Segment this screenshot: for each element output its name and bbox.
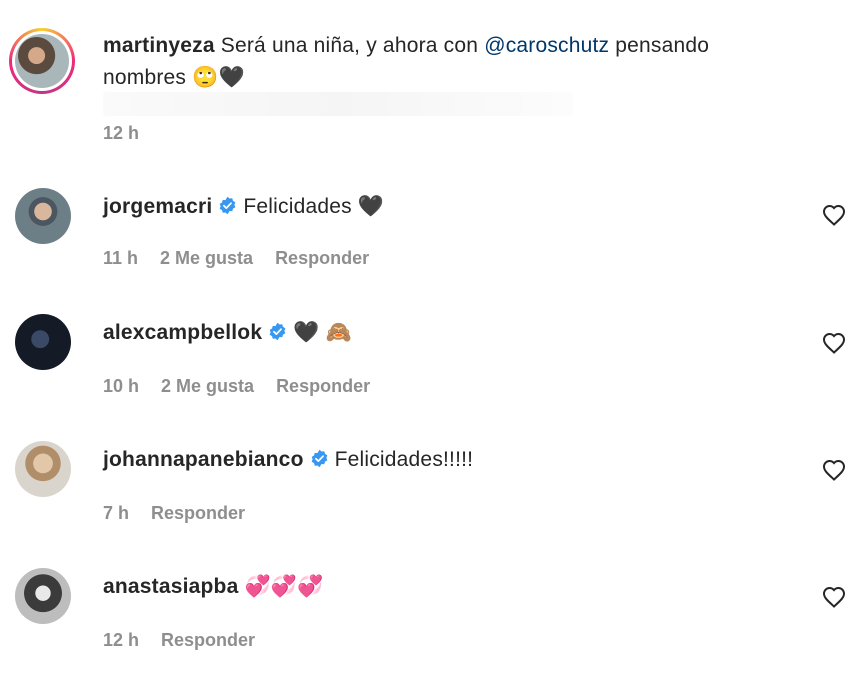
- comment-content: anastasiapba 💞💞💞: [103, 571, 324, 602]
- caption-mention[interactable]: @caroschutz: [484, 34, 609, 57]
- comment-content: jorgemacri Felicidades 🖤: [103, 191, 384, 222]
- caption-meta: 12 h: [103, 123, 139, 144]
- caption-username[interactable]: martinyeza: [103, 34, 215, 57]
- comment-text: Felicidades 🖤: [243, 195, 385, 218]
- caption-time[interactable]: 12 h: [103, 123, 139, 144]
- comment-text: Felicidades!!!!!: [334, 448, 474, 471]
- comment-username[interactable]: alexcampbellok: [103, 321, 262, 344]
- comment-likes[interactable]: 2 Me gusta: [161, 376, 254, 397]
- comment-time[interactable]: 12 h: [103, 630, 139, 651]
- comment-row: jorgemacri Felicidades 🖤 11 h 2 Me gusta …: [0, 188, 862, 316]
- caption-text: martinyeza Será una niña, y ahora con @c…: [103, 30, 709, 61]
- heart-outline-icon[interactable]: [822, 459, 846, 481]
- caption-text-line2: nombres 🙄🖤: [103, 66, 245, 89]
- verified-badge-icon: [311, 449, 327, 468]
- comment-row: anastasiapba 💞💞💞 12 h Responder: [0, 568, 862, 696]
- avatar[interactable]: [15, 568, 71, 624]
- reply-button[interactable]: Responder: [276, 376, 370, 397]
- comment-time[interactable]: 7 h: [103, 503, 129, 524]
- comment-time[interactable]: 10 h: [103, 376, 139, 397]
- comment-row: johannapanebianco Felicidades!!!!! 7 h Re…: [0, 441, 862, 569]
- avatar[interactable]: [15, 188, 71, 244]
- comment-likes[interactable]: 2 Me gusta: [160, 248, 253, 269]
- comment-username[interactable]: johannapanebianco: [103, 448, 304, 471]
- heart-outline-icon[interactable]: [822, 332, 846, 354]
- comment-meta: 12 h Responder: [103, 630, 255, 651]
- caption-text-part: pensando: [609, 34, 710, 57]
- comment-meta: 10 h 2 Me gusta Responder: [103, 376, 370, 397]
- heart-outline-icon[interactable]: [822, 586, 846, 608]
- verified-badge-icon: [269, 322, 286, 341]
- story-ring-avatar[interactable]: [9, 28, 75, 94]
- comment-meta: 7 h Responder: [103, 503, 245, 524]
- reply-button[interactable]: Responder: [275, 248, 369, 269]
- comment-text: 🖤 🙈: [293, 321, 352, 344]
- reply-button[interactable]: Responder: [151, 503, 245, 524]
- verified-badge-icon: [220, 196, 236, 215]
- comment-username[interactable]: jorgemacri: [103, 195, 212, 218]
- comment-text: 💞💞💞: [244, 575, 324, 598]
- reply-button[interactable]: Responder: [161, 630, 255, 651]
- comment-content: alexcampbellok 🖤 🙈: [103, 317, 352, 348]
- avatar: [15, 34, 69, 88]
- avatar[interactable]: [15, 314, 71, 370]
- caption-text-part: Será una niña, y ahora con: [220, 34, 485, 57]
- comment-content: johannapanebianco Felicidades!!!!!: [103, 444, 473, 475]
- comment-username[interactable]: anastasiapba: [103, 575, 238, 598]
- heart-outline-icon[interactable]: [822, 204, 846, 226]
- comment-row: alexcampbellok 🖤 🙈 10 h 2 Me gusta Respon…: [0, 314, 862, 442]
- avatar[interactable]: [15, 441, 71, 497]
- comment-time[interactable]: 11 h: [103, 248, 138, 269]
- caption: martinyeza Será una niña, y ahora con @c…: [0, 0, 862, 170]
- blurred-translation-row: [103, 92, 573, 116]
- comment-meta: 11 h 2 Me gusta Responder: [103, 248, 369, 269]
